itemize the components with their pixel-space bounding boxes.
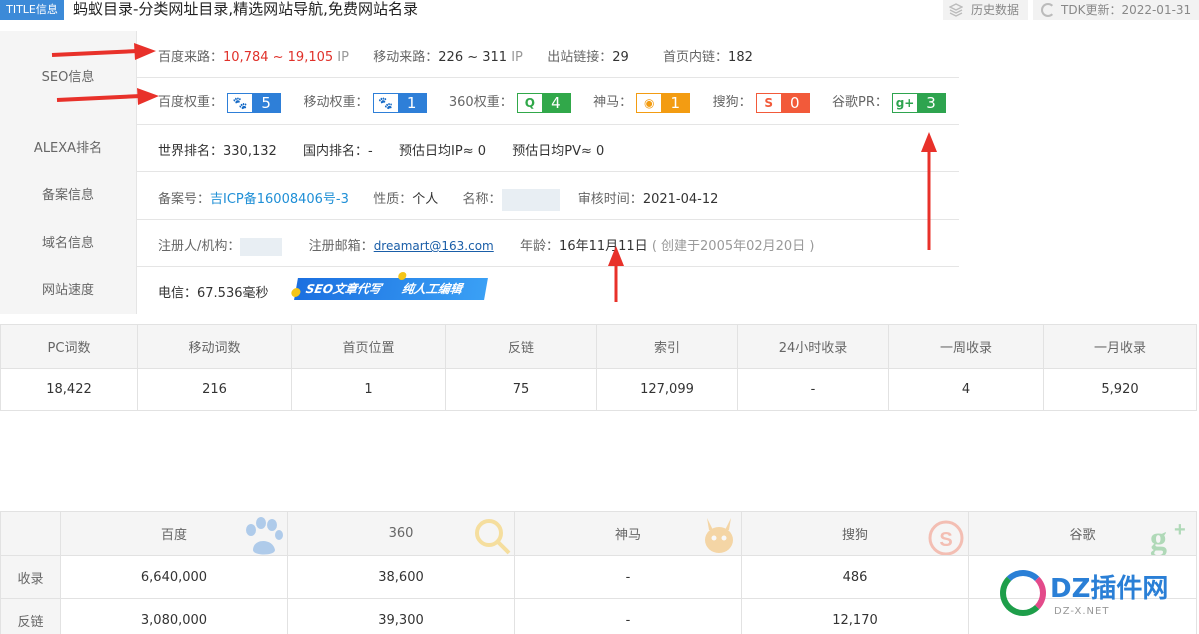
- annotation-arrow: [51, 43, 156, 60]
- magnifier-360-icon: [475, 519, 511, 555]
- google-plus-icon: g+: [893, 93, 918, 112]
- alexa-domestic-rank: 国内排名：-: [303, 144, 373, 159]
- stats-header: 索引: [596, 324, 738, 369]
- beian-row: 备案信息 备案号：吉ICP备16008406号-3 性质：个人 名称： 审核时间…: [0, 172, 959, 220]
- seo-sources: 百度来路：10,784 ~ 19,105 IP 移动来路：226 ~ 311 I…: [158, 50, 753, 65]
- 360-icon: Q: [517, 93, 542, 112]
- redacted-name: [501, 188, 560, 211]
- sogou-icon: S: [756, 93, 781, 112]
- title-tag: TITLE信息: [0, 0, 64, 20]
- title-bar: TITLE信息 蚂蚁目录-分类网址目录,精选网站导航,免费网站名录 历史数据 T…: [0, 0, 1199, 22]
- stats-value: 75: [445, 368, 597, 411]
- alexa-label: ALEXA排名: [0, 125, 137, 172]
- stats-header: 首页位置: [291, 324, 446, 369]
- shenma-icon: ◉: [637, 93, 662, 112]
- outlinks-value: 29: [612, 50, 629, 65]
- engine-value: 6,640,000: [60, 555, 288, 599]
- tdk-update-button[interactable]: TDK更新：2022-01-31: [1033, 0, 1199, 20]
- beian-nature: 个人: [412, 192, 439, 207]
- engine-value: 3,080,000: [60, 598, 288, 634]
- history-data-button[interactable]: 历史数据: [943, 0, 1028, 20]
- google-plus-icon: g+: [1150, 519, 1186, 556]
- redacted-registrant: [240, 237, 283, 256]
- homelinks-value: 182: [728, 50, 753, 65]
- page-title: 蚂蚁目录-分类网址目录,精选网站导航,免费网站名录: [73, 0, 418, 18]
- engine-value: 12,170: [741, 598, 969, 634]
- speed-label: 网站速度: [0, 267, 137, 314]
- audit-time: 2021-04-12: [642, 192, 719, 207]
- mobile-source-value: 226 ~ 311: [438, 50, 508, 65]
- stats-value: 127,099: [596, 368, 738, 411]
- beian-number-link[interactable]: 吉ICP备16008406号-3: [210, 192, 349, 207]
- baidu-source-value: 10,784 ~ 19,105: [223, 50, 334, 65]
- engine-header-shenma: 神马: [514, 511, 742, 556]
- seo-writing-ad-banner[interactable]: SEO文章代写 纯人工编辑: [290, 272, 488, 300]
- engine-header-baidu: 百度: [60, 511, 288, 556]
- alexa-row: ALEXA排名 世界排名：330,132 国内排名：- 预估日均IP≈ 0 预估…: [0, 125, 959, 172]
- stats-value: 1: [291, 368, 446, 411]
- dz-logo-icon: [1000, 570, 1046, 616]
- stack-icon: [949, 3, 963, 17]
- shenma-weight-badge[interactable]: ◉ 1: [636, 92, 691, 113]
- domain-label: 域名信息: [0, 220, 137, 267]
- seo-weights: 百度权重： 🐾 5 移动权重： 🐾 1 360权重： Q4 神马： ◉ 1 搜狗： S…: [158, 91, 947, 113]
- domain-row: 域名信息 注册人/机构： 注册邮箱：dreamart@163.com 年龄：16…: [0, 220, 959, 267]
- engine-header-google: g + 谷歌: [968, 511, 1197, 556]
- stats-value-row: 18,422 216 1 75 127,099 - 4 5,920: [0, 368, 1197, 411]
- engine-row-label: 收录: [0, 555, 61, 599]
- stats-header: PC词数: [0, 324, 138, 369]
- sogou-weight-badge[interactable]: S0: [755, 92, 810, 113]
- engine-header-sogou: S 搜狗: [741, 511, 969, 556]
- alexa-daily-pv: 预估日均PV≈ 0: [512, 144, 605, 159]
- stats-header: 移动词数: [137, 324, 292, 369]
- history-data-label: 历史数据: [971, 3, 1020, 17]
- stats-header: 24小时收录: [737, 324, 889, 369]
- keyword-stats-table: PC词数 移动词数 首页位置 反链 索引 24小时收录 一周收录 一月收录 18…: [0, 324, 1197, 411]
- tdk-update-label: TDK更新：2022-01-31: [1061, 3, 1192, 17]
- svg-text:g: g: [1150, 521, 1167, 556]
- engine-header-360: 360: [287, 511, 515, 556]
- stats-header: 一月收录: [1043, 324, 1197, 369]
- stats-value: 18,422: [0, 368, 138, 411]
- stats-header: 一周收录: [888, 324, 1044, 369]
- engine-corner: [0, 511, 61, 556]
- 360-weight-badge[interactable]: Q4: [516, 92, 571, 113]
- stats-value: -: [737, 368, 889, 411]
- mobile-weight-badge[interactable]: 🐾 1: [372, 92, 427, 113]
- beian-label: 备案信息: [0, 172, 137, 220]
- engine-value: 39,300: [287, 598, 515, 634]
- stats-header: 反链: [445, 324, 597, 369]
- annotation-arrow: [921, 132, 937, 250]
- annotation-arrow: [56, 88, 159, 105]
- stats-value: 4: [888, 368, 1044, 411]
- stats-value: 5,920: [1043, 368, 1197, 411]
- engine-header-row: 百度 360 神马 S 搜狗 g + 谷歌: [0, 511, 1197, 556]
- engine-value: -: [514, 555, 742, 599]
- alexa-world-rank: 世界排名：330,132: [158, 144, 277, 159]
- annotation-arrow: [608, 246, 624, 302]
- sogou-icon: S: [928, 520, 964, 555]
- svg-text:+: +: [1174, 519, 1186, 541]
- domain-created: ( 创建于2005年02月20日 ): [651, 239, 815, 254]
- stats-value: 216: [137, 368, 292, 411]
- stats-header-row: PC词数 移动词数 首页位置 反链 索引 24小时收录 一周收录 一月收录: [0, 324, 1197, 369]
- paw-icon: [246, 517, 283, 555]
- google-pr-badge[interactable]: g+ 3: [892, 92, 947, 113]
- dz-watermark: DZ插件网 DZ-X.NET: [996, 566, 1196, 632]
- registrant-email-link[interactable]: dreamart@163.com: [374, 239, 494, 253]
- engine-value: 38,600: [287, 555, 515, 599]
- refresh-icon: [1041, 3, 1055, 17]
- paw-icon: 🐾: [228, 93, 253, 112]
- shenma-icon: [705, 518, 733, 553]
- engine-value: 486: [741, 555, 969, 599]
- telecom-speed: 电信：67.536毫秒: [158, 286, 269, 301]
- engine-value: -: [514, 598, 742, 634]
- engine-row-label: 反链: [0, 598, 61, 634]
- baidu-weight-badge[interactable]: 🐾 5: [227, 92, 282, 113]
- svg-text:S: S: [939, 529, 952, 551]
- alexa-daily-ip: 预估日均IP≈ 0: [399, 144, 487, 159]
- paw-icon: 🐾: [373, 93, 398, 112]
